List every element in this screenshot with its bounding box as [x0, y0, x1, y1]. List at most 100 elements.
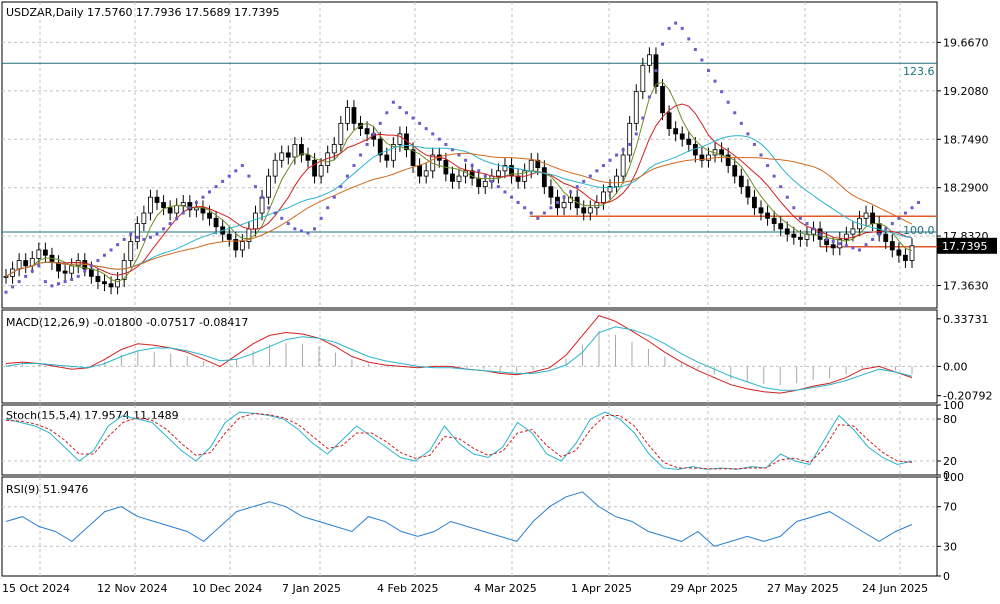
sar-dot	[726, 100, 730, 104]
sar-dot	[63, 280, 67, 284]
x-tick-label: 4 Feb 2025	[377, 582, 438, 595]
price-candle	[660, 86, 665, 114]
sar-dot	[424, 127, 428, 131]
sar-dot	[313, 227, 317, 231]
price-candle	[541, 167, 547, 188]
sar-dot	[890, 222, 894, 226]
sar-dot	[667, 26, 671, 30]
symbol-header: USDZAR,Daily 17.5760 17.7936 17.5689 17.…	[6, 6, 279, 19]
sar-dot	[89, 264, 93, 268]
sar-dot	[831, 240, 835, 244]
price-candle	[528, 159, 534, 172]
sar-dot	[280, 216, 284, 220]
price-candle	[620, 154, 626, 177]
price-candle	[154, 196, 160, 203]
sar-dot	[897, 216, 901, 220]
price-candle	[850, 228, 856, 235]
sar-dot	[43, 280, 47, 284]
sar-dot	[444, 142, 448, 146]
sar-dot	[523, 206, 527, 210]
sar-dot	[457, 153, 461, 157]
macd-header: MACD(12,26,9) -0.01800 -0.07517 -0.08417	[6, 316, 248, 329]
sar-dot	[411, 116, 415, 120]
price-candle	[338, 122, 344, 145]
sar-dot	[496, 185, 500, 189]
price-candle	[384, 154, 390, 161]
sar-dot	[621, 148, 625, 152]
price-candle	[128, 241, 134, 261]
sar-dot	[201, 195, 205, 199]
sar-dot	[785, 195, 789, 199]
price-candle	[476, 177, 482, 188]
sar-dot	[240, 164, 244, 168]
sar-dot	[779, 185, 783, 189]
sar-dot	[805, 222, 809, 226]
x-tick-label: 7 Jan 2025	[282, 582, 341, 595]
x-tick-label: 4 Mar 2025	[474, 582, 537, 595]
price-candle	[207, 212, 212, 219]
sar-dot	[162, 227, 166, 231]
sar-dot	[713, 79, 717, 83]
sar-dot	[122, 237, 126, 241]
x-tick-label: 12 Nov 2024	[97, 582, 167, 595]
price-candle	[903, 254, 908, 261]
sar-dot	[884, 227, 888, 231]
sar-dot	[286, 222, 290, 226]
sar-dot	[818, 232, 822, 236]
price-candle	[482, 180, 488, 188]
y-tick-label: 19.2080	[943, 85, 989, 98]
sar-dot	[661, 42, 665, 46]
sar-dot	[700, 58, 704, 62]
rsi-tick-label: 0	[943, 570, 950, 583]
sar-dot	[267, 206, 271, 210]
sar-dot	[359, 153, 363, 157]
sar-dot	[365, 142, 369, 146]
sar-dot	[601, 164, 605, 168]
price-candle	[673, 128, 679, 135]
fib-label-1236: 123.6	[903, 65, 935, 78]
rsi-tick-label: 100	[943, 471, 964, 484]
sar-dot	[503, 190, 507, 194]
sar-dot	[529, 211, 533, 215]
sar-dot	[234, 169, 238, 173]
sar-dot	[372, 132, 376, 136]
price-candle	[88, 268, 94, 277]
sar-dot	[221, 179, 225, 183]
sar-dot	[332, 195, 336, 199]
price-candle	[292, 144, 298, 158]
sar-dot	[562, 195, 566, 199]
price-candle	[495, 170, 501, 177]
price-candle	[167, 207, 173, 214]
x-tick-label: 29 Apr 2025	[670, 582, 738, 595]
chart-root: USDZAR,Daily 17.5760 17.7936 17.5689 17.…	[0, 0, 1000, 600]
sar-dot	[142, 237, 146, 241]
rsi-tick-label: 70	[943, 501, 957, 514]
sar-dot	[70, 278, 74, 282]
rsi-tick-label: 30	[943, 540, 957, 553]
sar-dot	[812, 227, 816, 231]
price-candle	[732, 165, 738, 177]
stoch-tick-label: 100	[943, 399, 964, 412]
sar-dot	[293, 227, 297, 231]
sar-dot	[391, 100, 395, 104]
sar-dot	[864, 243, 868, 247]
sar-dot	[510, 195, 514, 199]
price-candle	[305, 154, 311, 161]
price-candle	[410, 149, 416, 166]
price-candle	[102, 281, 107, 285]
sar-dot	[628, 142, 632, 146]
x-tick-label: 27 May 2025	[767, 582, 839, 595]
price-candle	[627, 122, 633, 156]
sar-dot	[175, 216, 179, 220]
price-candle	[896, 249, 902, 256]
sar-dot	[595, 169, 599, 173]
sar-dot	[319, 216, 323, 220]
macd-tick-label: 0.00	[943, 360, 968, 373]
price-candle	[666, 112, 672, 130]
sar-dot	[752, 142, 756, 146]
sar-dot	[871, 237, 875, 241]
price-candle	[883, 233, 889, 242]
price-candle	[16, 260, 22, 270]
price-candle	[771, 217, 777, 224]
sar-dot	[582, 179, 586, 183]
